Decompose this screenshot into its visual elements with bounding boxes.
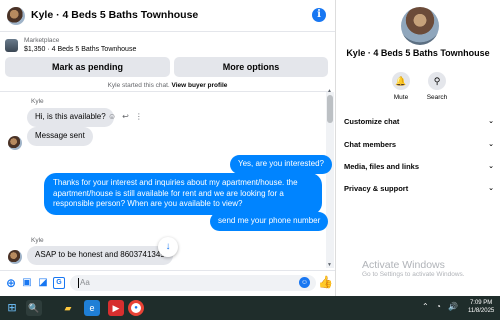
search-taskbar-icon[interactable]: 🔍	[26, 300, 42, 316]
message-tools: ☺ ↩ ⋮	[108, 112, 149, 121]
mark-as-pending-button[interactable]: Mark as pending	[5, 57, 170, 77]
scroll-to-bottom-button[interactable]: ↓	[158, 237, 178, 257]
start-icon[interactable]: ⊞	[4, 300, 20, 316]
message-bubble-out[interactable]: Yes, are you interested?	[230, 155, 332, 174]
mute-label: Mute	[393, 94, 409, 101]
more-icon[interactable]: ⋮	[135, 112, 143, 121]
gif-icon[interactable]: G	[53, 277, 65, 289]
taskbar-clock[interactable]: 7:09 PM 11/8/2025	[468, 299, 494, 315]
section-label: Media, files and links	[344, 162, 420, 171]
search-button[interactable]: ⚲	[428, 72, 446, 90]
profile-name: Kyle · 4 Beds 5 Baths Townhouse	[346, 48, 490, 58]
view-buyer-profile-link[interactable]: View buyer profile	[172, 82, 228, 89]
media-files-links-row[interactable]: Media, files and links ⌄	[344, 157, 496, 177]
profile-avatar[interactable]	[401, 7, 439, 45]
listing-thumbnail[interactable]	[5, 39, 18, 52]
search-icon: ⚲	[433, 76, 441, 86]
clock-time: 7:09 PM	[469, 300, 493, 306]
marketplace-label: Marketplace	[24, 37, 60, 44]
search-label: Search	[426, 94, 448, 101]
like-icon[interactable]: 👍	[318, 275, 333, 289]
privacy-support-row[interactable]: Privacy & support ⌄	[344, 179, 496, 199]
clock-date: 11/8/2025	[468, 308, 495, 314]
chat-started-note: Kyle started this chat. View buyer profi…	[0, 82, 335, 89]
edge-icon[interactable]: e	[84, 300, 100, 316]
chrome-icon[interactable]: ●	[128, 300, 144, 316]
chat-started-text: Kyle started this chat.	[107, 82, 170, 89]
listing-title[interactable]: $1,350 · 4 Beds 5 Baths Townhouse	[24, 46, 136, 53]
wifi-icon[interactable]: ◔	[436, 302, 441, 311]
sender-name: Kyle	[31, 237, 44, 244]
message-bubble-out[interactable]: Thanks for your interest and inquiries a…	[44, 173, 322, 215]
avatar[interactable]	[8, 250, 22, 264]
text-caret	[78, 277, 79, 288]
file-explorer-icon[interactable]: ▰	[60, 300, 76, 316]
message-bubble-out[interactable]: send me your phone number	[210, 212, 329, 231]
scroll-up-arrow-icon[interactable]: ▲	[327, 88, 332, 94]
message-bubble-in[interactable]: Message sent	[27, 127, 93, 146]
emoji-icon[interactable]: ☺	[299, 277, 310, 288]
chat-title[interactable]: Kyle · 4 Beds 5 Baths Townhouse	[31, 9, 198, 21]
sender-name: Kyle	[31, 98, 44, 105]
react-emoji-icon[interactable]: ☺	[108, 112, 116, 121]
section-label: Chat members	[344, 140, 397, 149]
tray-chevron-icon[interactable]: ⌃	[422, 302, 429, 311]
image-icon[interactable]: ▣	[21, 277, 33, 289]
message-bubble-in[interactable]: ASAP to be honest and 8603741349	[27, 246, 173, 265]
info-icon[interactable]: i	[312, 8, 326, 22]
header-avatar[interactable]	[7, 7, 25, 25]
section-label: Customize chat	[344, 117, 400, 126]
add-icon[interactable]: ⊕	[5, 277, 17, 289]
message-input-placeholder: Aa	[80, 278, 90, 287]
chevron-down-icon: ⌄	[488, 141, 494, 148]
section-label: Privacy & support	[344, 184, 409, 193]
sticker-icon[interactable]: ◪	[37, 277, 49, 289]
avatar[interactable]	[8, 136, 22, 150]
mute-button[interactable]: 🔔	[392, 72, 410, 90]
activate-windows-title: Activate Windows	[362, 259, 445, 271]
speaker-icon[interactable]: 🔊	[448, 302, 458, 311]
chevron-down-icon: ⌄	[488, 163, 494, 170]
message-bubble-in[interactable]: Hi, is this available?	[27, 108, 114, 127]
scrollbar-thumb[interactable]	[327, 95, 333, 123]
divider	[0, 91, 330, 92]
chevron-down-icon: ⌄	[488, 185, 494, 192]
reply-icon[interactable]: ↩	[122, 112, 129, 121]
chat-members-row[interactable]: Chat members ⌄	[344, 135, 496, 155]
scroll-down-arrow-icon[interactable]: ▼	[327, 262, 332, 268]
bell-icon: 🔔	[395, 76, 407, 86]
activate-windows-subtitle: Go to Settings to activate Windows.	[362, 271, 465, 278]
message-input[interactable]: Aa	[70, 275, 316, 291]
customize-chat-row[interactable]: Customize chat ⌄	[344, 112, 496, 132]
more-options-button[interactable]: More options	[174, 57, 328, 77]
chevron-down-icon: ⌄	[488, 118, 494, 125]
youtube-icon[interactable]: ▶	[108, 300, 124, 316]
